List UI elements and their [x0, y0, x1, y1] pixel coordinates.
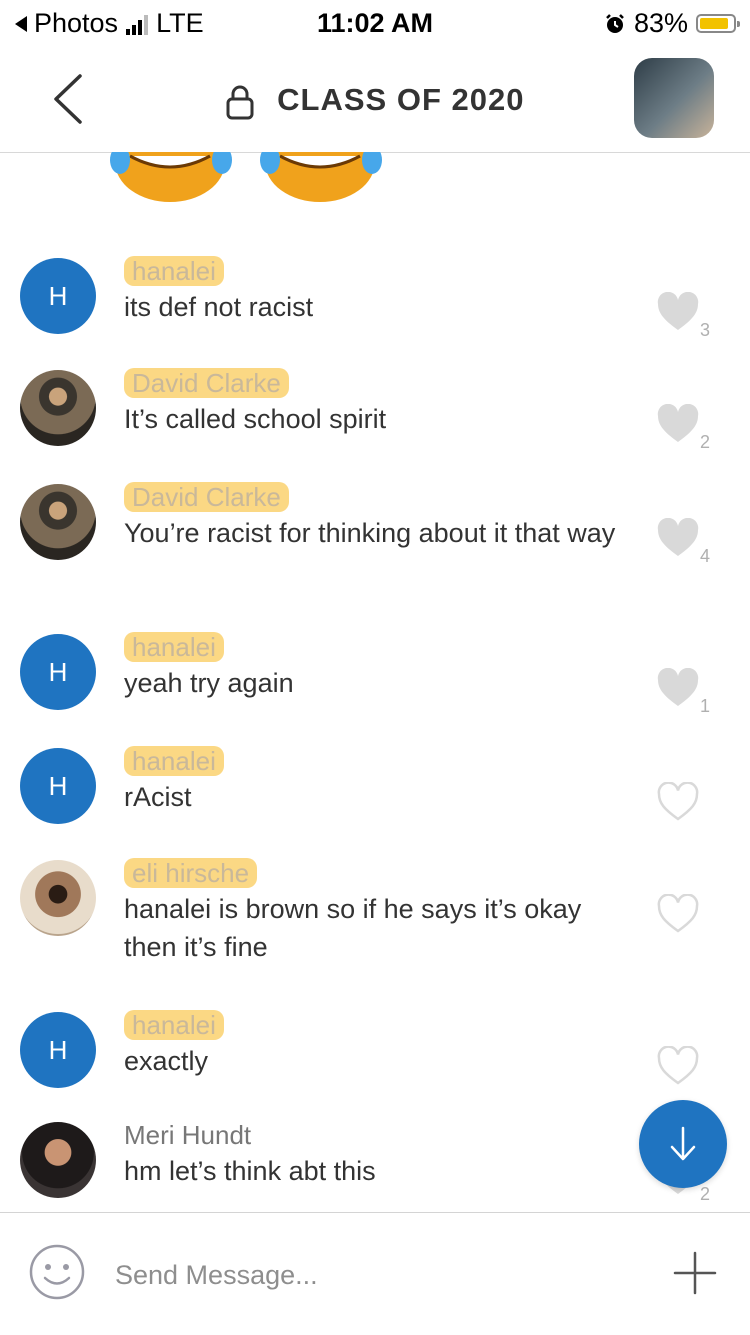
avatar[interactable] [20, 860, 96, 936]
avatar[interactable]: H [20, 748, 96, 824]
message-text: You’re racist for thinking about it that… [124, 518, 616, 548]
message-input[interactable] [115, 1257, 635, 1293]
message-composer [0, 1212, 750, 1335]
like-count: 2 [700, 432, 711, 452]
avatar[interactable]: H [20, 1012, 96, 1088]
heart-filled-icon[interactable] [656, 292, 700, 332]
scroll-to-bottom-button[interactable] [639, 1100, 727, 1188]
avatar[interactable]: H [20, 634, 96, 710]
heart-filled-icon[interactable] [656, 668, 700, 708]
sender-name: Meri Hundt [124, 1120, 252, 1150]
sender-name: David Clarke [124, 482, 289, 513]
message-text: hanalei is brown so if he says it’s okay… [124, 894, 582, 962]
laughing-emoji-icon-2 [260, 152, 382, 202]
like-count: 3 [700, 320, 711, 340]
heart-outline-icon[interactable] [656, 894, 700, 934]
smiley-icon [29, 1244, 85, 1300]
heart-filled-icon[interactable] [656, 518, 700, 558]
message-text: its def not racist [124, 292, 314, 322]
emoji-strip [110, 152, 382, 202]
status-bar: Photos LTE 11:02 AM 83% [0, 0, 750, 46]
sender-name: hanalei [124, 1010, 224, 1041]
sender-name: eli hirsche [124, 858, 258, 889]
message-text: exactly [124, 1046, 209, 1076]
plus-icon [673, 1251, 717, 1295]
heart-outline-icon[interactable] [656, 1046, 700, 1086]
message-text: rAcist [124, 782, 192, 812]
battery-icon [696, 14, 740, 33]
avatar[interactable] [20, 484, 96, 560]
lock-icon [226, 85, 254, 120]
like-count: 2 [700, 1184, 711, 1204]
message-text: It’s called school spirit [124, 404, 387, 434]
avatar[interactable]: H [20, 258, 96, 334]
battery-percent: 83% [633, 8, 688, 38]
message-list[interactable]: H hanalei its def not racist 3 David Cla… [0, 152, 750, 1212]
message-text: hm let’s think abt this [124, 1156, 376, 1186]
chat-header: CLASS OF 2020 [0, 46, 750, 153]
avatar[interactable] [20, 370, 96, 446]
message-text: yeah try again [124, 668, 294, 698]
sender-name: hanalei [124, 256, 224, 287]
sender-name: hanalei [124, 746, 224, 777]
emoji-button[interactable] [28, 1243, 86, 1301]
avatar[interactable] [20, 1122, 96, 1198]
sender-name: David Clarke [124, 368, 289, 399]
like-count: 1 [700, 696, 711, 716]
alarm-clock-icon [606, 13, 624, 33]
sender-name: hanalei [124, 632, 224, 663]
add-attachment-button[interactable] [672, 1250, 718, 1296]
chat-title-text: CLASS OF 2020 [277, 82, 525, 117]
heart-outline-icon[interactable] [656, 782, 700, 822]
arrow-down-icon [670, 1126, 696, 1161]
heart-filled-icon[interactable] [656, 404, 700, 444]
status-right: 83% [604, 8, 740, 39]
like-count: 4 [700, 546, 711, 566]
laughing-emoji-icon [110, 152, 232, 202]
group-avatar[interactable] [634, 58, 714, 138]
